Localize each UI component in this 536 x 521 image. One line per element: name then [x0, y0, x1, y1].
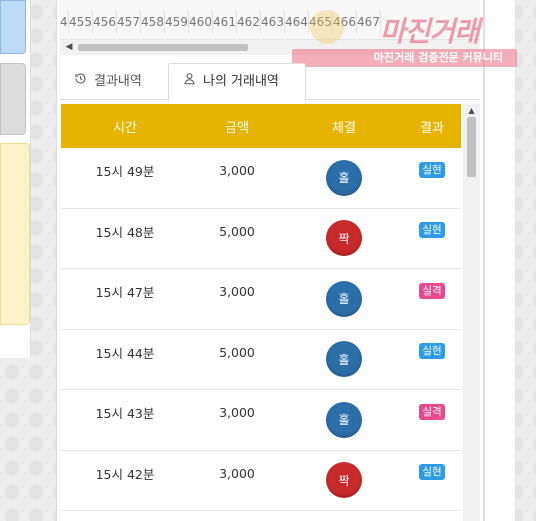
- header-amount: 금액: [225, 120, 249, 136]
- history-icon: [74, 64, 87, 100]
- row-result-cell: 실현: [403, 464, 461, 481]
- round-number-cell: 455: [69, 10, 93, 34]
- left-panel-notice-box: [0, 143, 30, 325]
- row-amount: 5,000: [219, 344, 255, 360]
- round-number-cell: 462: [237, 10, 261, 34]
- scroll-left-icon[interactable]: ◀: [62, 40, 76, 55]
- row-time: 15시 42분: [95, 466, 155, 482]
- header-pick: 체결: [332, 120, 356, 136]
- scroll-up-icon[interactable]: ▲: [463, 106, 480, 116]
- round-number-cell: 460: [189, 10, 213, 34]
- even-ball-badge: 짝: [326, 220, 362, 257]
- result-badge: 실현: [419, 161, 445, 178]
- row-result-cell: 실현: [403, 161, 461, 178]
- round-number-cell: 457: [117, 10, 141, 34]
- row-amount: 3,000: [219, 284, 255, 300]
- result-badge: 실격: [419, 403, 445, 420]
- result-badge: 실현: [419, 222, 445, 239]
- trade-history-table: 시간 금액 체결 결과 15시 49분 3,000 홀 실현 15시 48분 5,000 짝…: [61, 104, 461, 521]
- table-row: 15시 47분 3,000 홀 실격: [61, 269, 461, 330]
- table-row: 15시 49분 3,000 홀 실현: [61, 148, 461, 209]
- round-number-cell: 459: [165, 10, 189, 34]
- row-time: 15시 43분: [95, 406, 155, 422]
- right-column: [484, 0, 516, 521]
- round-number-cell: 4: [60, 10, 69, 34]
- row-pick-cell: 짝: [285, 462, 403, 499]
- table-row: 15시 42분 3,000 짝 실현: [61, 451, 461, 511]
- odd-ball-badge: 홀: [326, 401, 362, 438]
- row-pick-cell: 홀: [285, 341, 403, 378]
- tab-my-trades-label: 나의 거래내역: [203, 74, 279, 89]
- horizontal-scroll-thumb[interactable]: [78, 44, 248, 51]
- left-panel-blue-box[interactable]: [0, 0, 26, 54]
- round-number-cell: 461: [213, 10, 237, 34]
- row-pick-cell: 짝: [285, 220, 403, 257]
- round-number-strip: 4 455 456 457 458 459 460 461 462 463 464 465 466 467: [60, 0, 480, 40]
- even-ball-badge: 짝: [326, 462, 362, 499]
- row-time: 15시 48분: [95, 224, 155, 240]
- row-amount: 3,000: [219, 163, 255, 179]
- result-badge: 실격: [419, 282, 445, 299]
- result-badge: 실현: [419, 343, 445, 360]
- row-pick-cell: 홀: [285, 401, 403, 438]
- round-number-cell: 456: [93, 10, 117, 34]
- left-panel-gray-box[interactable]: [0, 63, 26, 135]
- round-number-cell: 465: [309, 10, 333, 34]
- odd-ball-badge: 홀: [326, 341, 362, 378]
- row-amount: 3,000: [219, 465, 255, 481]
- tab-bar: 결과내역 나의 거래내역: [60, 63, 480, 101]
- row-result-cell: 실현: [403, 222, 461, 239]
- tab-my-trades[interactable]: 나의 거래내역: [168, 63, 306, 101]
- row-result-cell: 실현: [403, 343, 461, 360]
- row-result-cell: 실격: [403, 282, 461, 299]
- round-number-cell: 463: [261, 10, 285, 34]
- round-number-row: 4 455 456 457 458 459 460 461 462 463 464 465 466 467: [60, 10, 381, 34]
- result-badge: 실현: [419, 464, 445, 481]
- round-number-cell: 467: [357, 10, 381, 34]
- header-result: 결과: [420, 120, 444, 136]
- round-number-cell: 458: [141, 10, 165, 34]
- left-panel: [0, 0, 31, 358]
- table-body: 15시 49분 3,000 홀 실현 15시 48분 5,000 짝 실현 15시 47분 3,0…: [61, 148, 461, 511]
- round-number-cell: 464: [285, 10, 309, 34]
- tab-result-history[interactable]: 결과내역: [60, 63, 168, 100]
- row-amount: 5,000: [219, 223, 255, 239]
- scroll-right-icon[interactable]: [464, 40, 478, 55]
- header-time: 시간: [113, 120, 137, 136]
- vertical-scrollbar[interactable]: ▲: [463, 104, 480, 521]
- vertical-scroll-thumb[interactable]: [467, 117, 476, 177]
- row-result-cell: 실격: [403, 403, 461, 420]
- odd-ball-badge: 홀: [326, 280, 362, 317]
- row-time: 15시 49분: [95, 164, 155, 180]
- tab-result-history-label: 결과내역: [94, 73, 142, 89]
- user-icon: [183, 64, 196, 100]
- horizontal-scrollbar[interactable]: ◀: [60, 40, 480, 55]
- row-pick-cell: 홀: [285, 159, 403, 196]
- row-time: 15시 44분: [95, 345, 155, 361]
- table-row: 15시 43분 3,000 홀 실격: [61, 390, 461, 451]
- round-number-cell: 466: [333, 10, 357, 34]
- table-row: 15시 48분 5,000 짝 실현: [61, 209, 461, 269]
- row-amount: 3,000: [219, 405, 255, 421]
- table-row: 15시 44분 5,000 홀 실현: [61, 330, 461, 390]
- row-time: 15시 47분: [95, 285, 155, 301]
- odd-ball-badge: 홀: [326, 159, 362, 196]
- row-pick-cell: 홀: [285, 280, 403, 317]
- table-header: 시간 금액 체결 결과: [61, 104, 461, 148]
